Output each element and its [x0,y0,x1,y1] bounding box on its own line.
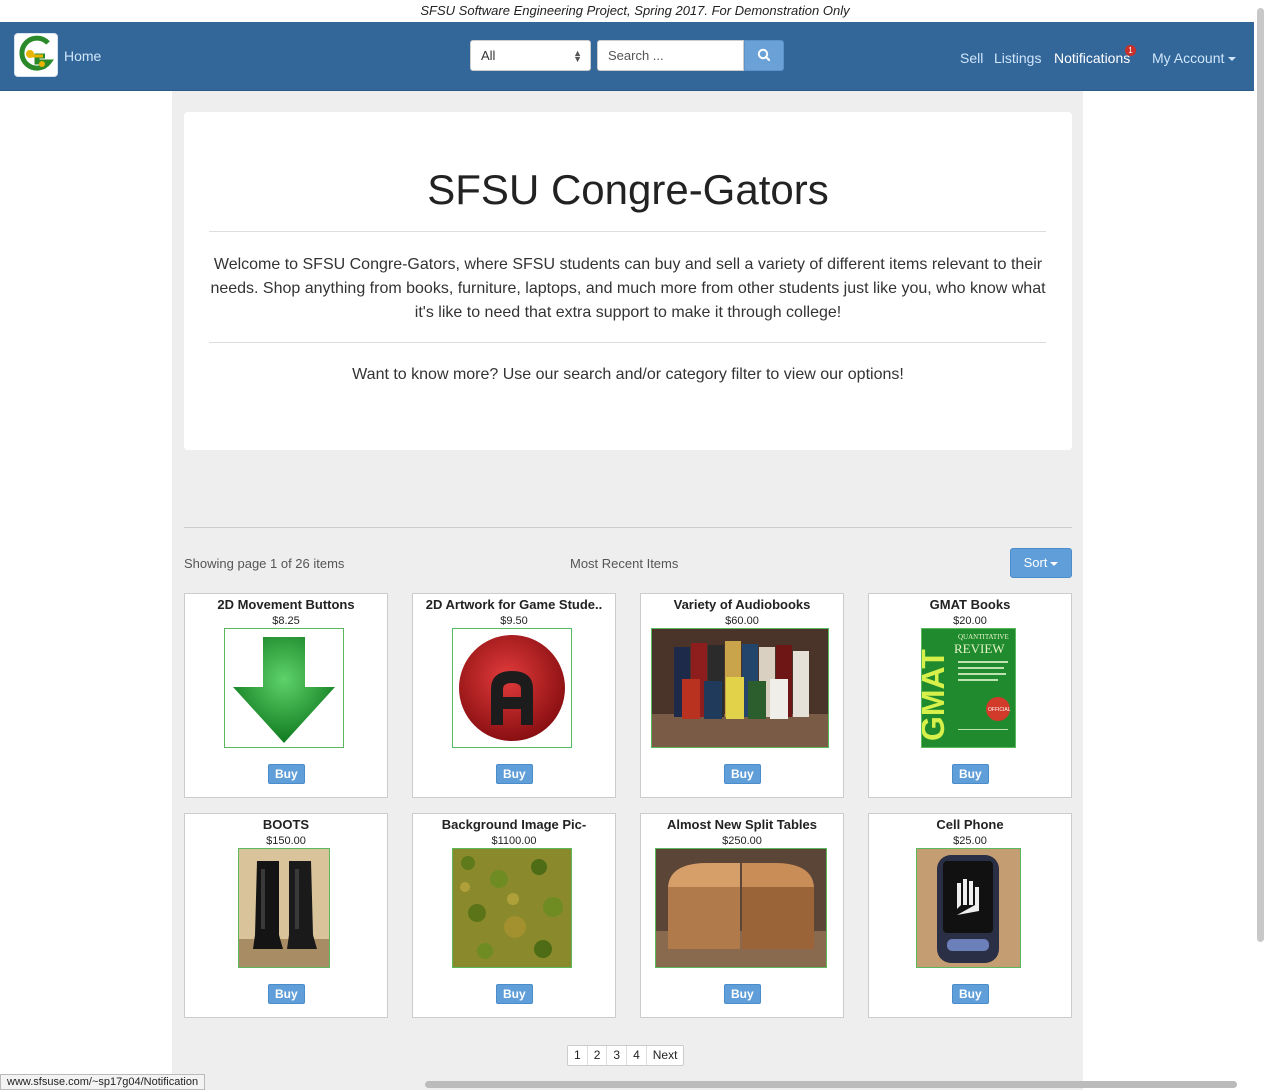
divider [209,342,1046,343]
main-content: SFSU Congre-Gators Welcome to SFSU Congr… [172,91,1083,1090]
item-card[interactable]: BOOTS $150.00 Buy [184,813,388,1018]
buy-button[interactable]: Buy [952,984,989,1004]
wooden-tables-photo[interactable] [655,848,827,968]
sort-label: Sort [1023,555,1048,570]
item-price: $25.00 [953,835,987,847]
nav-sell-link[interactable]: Sell [960,50,983,66]
item-title: Almost New Split Tables [666,817,817,832]
category-selected-value: All [481,48,496,63]
section-heading: Most Recent Items [570,556,679,571]
item-title: BOOTS [262,817,310,832]
buy-button[interactable]: Buy [268,984,305,1004]
gmat-cover-line2: REVIEW [954,641,1005,656]
item-price: $9.50 [500,615,528,627]
item-card[interactable]: Almost New Split Tables $250.00 Buy [640,813,844,1018]
red-circle-a-logo[interactable] [452,628,572,748]
item-title: Cell Phone [936,817,1004,832]
page-link-1[interactable]: 1 [568,1046,587,1065]
search-button[interactable] [744,40,784,71]
horizontal-scrollbar[interactable] [425,1081,1237,1088]
page-title: SFSU Congre-Gators [427,166,829,213]
category-select[interactable]: All ▲ ▼ [470,40,591,71]
item-title: Background Image Pic- [441,817,587,832]
item-title: Variety of Audiobooks [673,597,811,612]
item-title: 2D Artwork for Game Stude.. [425,597,603,612]
select-updown-icon: ▲ ▼ [573,48,582,64]
page-link-2[interactable]: 2 [586,1046,607,1065]
gmat-cover-brand: GMAT [922,649,951,741]
item-price: $20.00 [953,615,987,627]
pagination: 1 2 3 4 Next [567,1045,685,1066]
demo-disclaimer-banner: SFSU Software Engineering Project, Sprin… [0,0,1270,22]
nav-notifications-link[interactable]: Notifications [1054,50,1130,66]
buy-button[interactable]: Buy [724,984,761,1004]
nav-home-link[interactable]: Home [64,48,101,64]
item-title: 2D Movement Buttons [217,597,355,612]
buy-button[interactable]: Buy [496,984,533,1004]
caret-down-icon [1228,57,1237,62]
item-price: $250.00 [722,835,762,847]
my-account-dropdown[interactable]: My Account [1152,50,1237,66]
search-input[interactable]: Search ... [597,40,744,71]
buy-button[interactable]: Buy [952,764,989,784]
page-count-text: Showing page 1 of 26 items [184,556,345,571]
divider [209,231,1046,232]
gmat-cover-badge: OFFICIAL [988,707,1011,713]
caret-down-icon [1050,561,1059,566]
my-account-label: My Account [1152,50,1225,66]
item-card[interactable]: 2D Movement Buttons $8.25 Buy [184,593,388,798]
vertical-scrollbar[interactable] [1257,8,1264,942]
buy-button[interactable]: Buy [724,764,761,784]
item-card[interactable]: Cell Phone $25.00 Buy [868,813,1072,1018]
lg-phone-photo[interactable] [916,848,1021,968]
item-card[interactable]: 2D Artwork for Game Stude.. $9.50 Buy [412,593,616,798]
nav-listings-link[interactable]: Listings [994,50,1041,66]
page-link-3[interactable]: 3 [606,1046,626,1065]
sort-dropdown-button[interactable]: Sort [1010,548,1072,578]
gmat-cover-line1: QUANTITATIVE [958,633,1009,641]
welcome-jumbotron: SFSU Congre-Gators Welcome to SFSU Congr… [184,112,1072,450]
status-bar-url: www.sfsuse.com/~sp17g04/Notification [0,1074,206,1090]
welcome-text: Welcome to SFSU Congre-Gators, where SFS… [210,256,1046,321]
buy-button[interactable]: Buy [268,764,305,784]
item-card[interactable]: Variety of Audiobooks $60.00 Buy [640,593,844,798]
item-card[interactable]: Background Image Pic- $1100.00 Buy [412,813,616,1018]
gmat-book-cover[interactable]: QUANTITATIVE REVIEW GMAT OFFICIAL [921,628,1016,748]
section-divider [184,527,1072,528]
item-price: $1100.00 [491,835,537,847]
top-navbar: Home All ▲ ▼ Search ... Sell Listings Not… [0,22,1254,91]
gator-logo-icon[interactable] [14,33,58,77]
item-price: $150.00 [266,835,306,847]
audiobooks-photo[interactable] [651,628,829,748]
item-price: $8.25 [272,615,300,627]
search-hint-text: Want to know more? Use our search and/or… [352,366,904,383]
search-icon [757,48,771,62]
notification-count-badge: 1 [1125,45,1136,56]
grass-texture[interactable] [452,848,572,968]
page-link-4[interactable]: 4 [626,1046,646,1065]
green-down-arrow-icon[interactable] [224,628,344,748]
item-price: $60.00 [725,615,759,627]
black-boots-photo[interactable] [238,848,330,968]
buy-button[interactable]: Buy [496,764,533,784]
page-link-next[interactable]: Next [645,1046,684,1065]
item-title: GMAT Books [929,597,1011,612]
item-card[interactable]: GMAT Books $20.00 QUANTITATIVE REVIEW GM… [868,593,1072,798]
